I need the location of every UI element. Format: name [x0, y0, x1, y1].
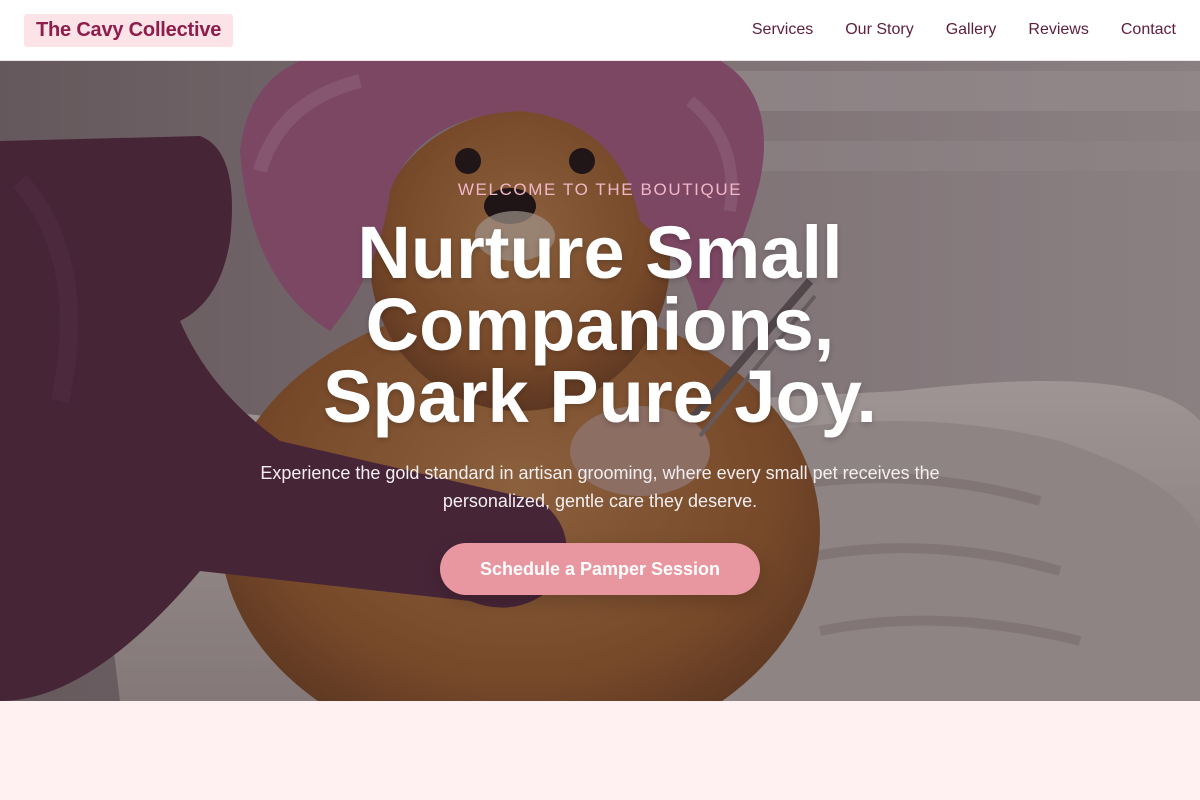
hero-headline: Nurture Small Companions, Spark Pure Joy…: [200, 211, 1000, 438]
nav-link-our-story[interactable]: Our Story: [845, 21, 913, 39]
site-header: The Cavy Collective Services Our Story G…: [0, 0, 1200, 61]
hero-eyebrow: WELCOME TO THE BOUTIQUE: [457, 180, 743, 199]
site-logo[interactable]: The Cavy Collective: [24, 13, 234, 47]
headline-line-3: Spark Pure Joy.: [323, 355, 877, 438]
nav-link-gallery[interactable]: Gallery: [946, 21, 997, 39]
nav-link-services[interactable]: Services: [752, 21, 813, 39]
nav-link-reviews[interactable]: Reviews: [1028, 21, 1088, 39]
schedule-session-button[interactable]: Schedule a Pamper Session: [440, 543, 760, 595]
headline-line-1: Nurture Small: [357, 211, 843, 294]
hero-content: WELCOME TO THE BOUTIQUE Nurture Small Co…: [0, 61, 1200, 701]
main-nav: Services Our Story Gallery Reviews Conta…: [720, 21, 1176, 39]
hero-subtext: Experience the gold standard in artisan …: [260, 463, 940, 511]
nav-link-contact[interactable]: Contact: [1121, 21, 1176, 39]
next-section: [0, 701, 1200, 800]
headline-line-2: Companions,: [365, 283, 835, 366]
hero-section: WELCOME TO THE BOUTIQUE Nurture Small Co…: [0, 61, 1200, 701]
